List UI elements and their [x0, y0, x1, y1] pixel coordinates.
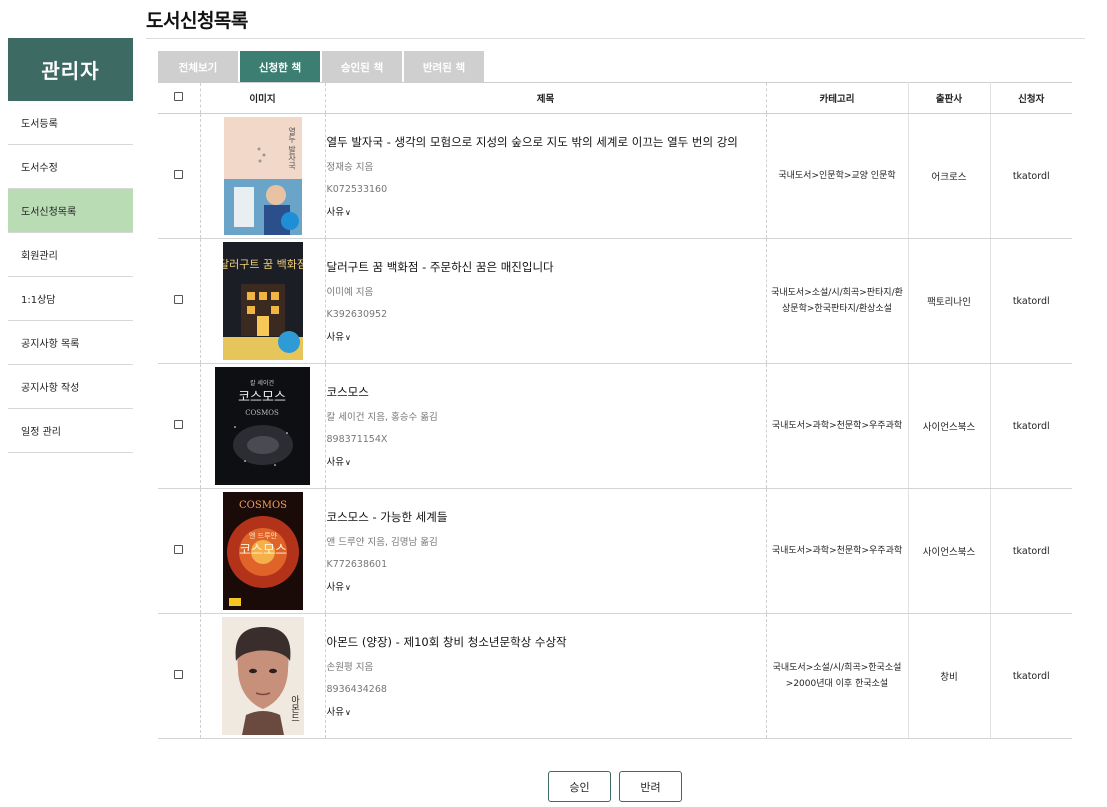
tab-requested[interactable]: 신청한 책 — [240, 51, 320, 83]
book-id: 8936434268 — [326, 684, 387, 695]
book-publisher: 사이언스북스 — [908, 363, 991, 489]
column-header-title: 제목 — [325, 82, 767, 114]
book-cover-image: 아몬드 — [221, 617, 304, 735]
row-checkbox[interactable] — [174, 545, 184, 554]
book-id: K392630952 — [326, 309, 388, 320]
sidebar-item-book-register[interactable]: 도서등록 — [8, 101, 133, 145]
book-cover-image: 칼 세이건 코스모스 COSMOS — [215, 367, 310, 485]
page-title: 도서신청목록 — [146, 10, 248, 32]
select-all-cell — [158, 82, 201, 114]
book-title[interactable]: 열두 발자국 - 생각의 모험으로 지성의 숲으로 지도 밖의 세계로 이끄는 … — [327, 134, 766, 150]
book-author: 칼 세이건 지음, 홍승수 옮김 — [326, 412, 438, 423]
tab-rejected[interactable]: 반려된 책 — [404, 51, 484, 83]
book-author: 앤 드루얀 지음, 김명남 옮김 — [326, 537, 438, 548]
column-header-applicant: 신청자 — [990, 82, 1072, 114]
cover-title-text: 아몬드 — [289, 695, 299, 722]
book-cover-image: 열두 발자국 — [223, 117, 302, 235]
tab-all[interactable]: 전체보기 — [158, 51, 238, 83]
sidebar-header: 관리자 — [8, 38, 133, 101]
table-row: COSMOS 앤 드루얀 코스모스 코스모스 - 가능한 세계들 앤 드루얀 지… — [158, 488, 1072, 614]
cover-en-text: COSMOS — [239, 500, 287, 511]
book-title[interactable]: 아몬드 (양장) - 제10회 창비 청소년문학상 수상작 — [327, 634, 766, 650]
cover-title-text: 코스모스 — [238, 390, 286, 405]
book-category: 국내도서>소설/시/희곡>판타지/환상문학>한국판타지/환상소설 — [771, 288, 903, 314]
table-row: 열두 발자국 열두 발자국 - 생각의 모험으로 지성의 숲으로 지도 밖의 세… — [158, 113, 1072, 239]
sidebar-item-book-edit[interactable]: 도서수정 — [8, 145, 133, 189]
cover-en-text: COSMOS — [245, 409, 279, 417]
reason-toggle[interactable]: 사유∨ — [327, 454, 766, 468]
table-row: 칼 세이건 코스모스 COSMOS 코스모스 칼 세이건 지음, 홍승수 옮김 … — [158, 363, 1072, 489]
book-applicant: tkatordl — [990, 613, 1072, 739]
approve-button[interactable]: 승인 — [548, 771, 611, 802]
row-checkbox[interactable] — [174, 670, 184, 679]
cover-title-text: 달러구트 꿈 백화점 — [223, 258, 303, 271]
table-header-row: 이미지 제목 카테고리 출판사 신청자 — [158, 82, 1072, 114]
book-id: 898371154X — [326, 434, 388, 445]
sidebar-item-notice-list[interactable]: 공지사항 목록 — [8, 321, 133, 365]
tab-bar: 전체보기 신청한 책 승인된 책 반려된 책 — [158, 51, 486, 83]
chevron-down-icon: ∨ — [344, 333, 351, 342]
tab-approved[interactable]: 승인된 책 — [322, 51, 402, 83]
chevron-down-icon: ∨ — [344, 208, 351, 217]
table-row: 아몬드 아몬드 (양장) - 제10회 창비 청소년문학상 수상작 손원평 지음… — [158, 613, 1072, 739]
book-applicant: tkatordl — [990, 488, 1072, 614]
book-category: 국내도서>인문학>교양 인문학 — [778, 171, 896, 181]
reason-toggle[interactable]: 사유∨ — [327, 329, 766, 343]
cover-subtitle-text: 칼 세이건 — [250, 379, 274, 387]
reason-toggle[interactable]: 사유∨ — [327, 579, 766, 593]
book-request-table: 이미지 제목 카테고리 출판사 신청자 열두 발자국 열두 발자국 - 생각의 … — [158, 82, 1072, 739]
row-checkbox[interactable] — [174, 420, 184, 429]
book-category: 국내도서>과학>천문학>우주과학 — [771, 546, 903, 556]
row-checkbox[interactable] — [174, 295, 184, 304]
reject-button[interactable]: 반려 — [619, 771, 682, 802]
book-cover-image: 달러구트 꿈 백화점 — [222, 242, 303, 360]
book-category: 국내도서>소설/시/희곡>한국소설>2000년대 이후 한국소설 — [772, 663, 902, 689]
book-publisher: 어크로스 — [908, 113, 991, 239]
sidebar-item-member-management[interactable]: 회원관리 — [8, 233, 133, 277]
cover-title-text: 열두 발자국 — [287, 127, 296, 171]
sidebar-item-schedule[interactable]: 일정 관리 — [8, 409, 133, 453]
book-publisher: 팩토리나인 — [908, 238, 991, 364]
column-header-category: 카테고리 — [766, 82, 909, 114]
chevron-down-icon: ∨ — [344, 708, 351, 717]
select-all-checkbox[interactable] — [174, 92, 184, 101]
book-applicant: tkatordl — [990, 238, 1072, 364]
sidebar-item-book-request-list[interactable]: 도서신청목록 — [8, 189, 133, 233]
column-header-image: 이미지 — [200, 82, 326, 114]
book-cover-image: COSMOS 앤 드루얀 코스모스 — [222, 492, 303, 610]
table-row: 달러구트 꿈 백화점 달러구트 꿈 백화점 - 주문하신 꿈은 매진입니다 이미… — [158, 238, 1072, 364]
book-publisher: 사이언스북스 — [908, 488, 991, 614]
row-checkbox[interactable] — [174, 170, 184, 179]
book-author: 손원평 지음 — [326, 662, 374, 673]
book-title[interactable]: 코스모스 - 가능한 세계들 — [327, 509, 766, 525]
sidebar-item-notice-write[interactable]: 공지사항 작성 — [8, 365, 133, 409]
sidebar: 관리자 도서등록 도서수정 도서신청목록 회원관리 1:1상담 공지사항 목록 … — [8, 38, 133, 453]
book-id: K072533160 — [326, 184, 388, 195]
book-applicant: tkatordl — [990, 363, 1072, 489]
book-applicant: tkatordl — [990, 113, 1072, 239]
book-author: 정재승 지음 — [326, 162, 374, 173]
reason-toggle[interactable]: 사유∨ — [327, 204, 766, 218]
book-author: 이미예 지음 — [326, 287, 374, 298]
book-category: 국내도서>과학>천문학>우주과학 — [771, 421, 903, 431]
book-id: K772638601 — [326, 559, 388, 570]
column-header-publisher: 출판사 — [908, 82, 991, 114]
reason-toggle[interactable]: 사유∨ — [327, 704, 766, 718]
title-divider — [146, 38, 1085, 39]
book-title[interactable]: 달러구트 꿈 백화점 - 주문하신 꿈은 매진입니다 — [327, 259, 766, 275]
chevron-down-icon: ∨ — [344, 458, 351, 467]
cover-title-text: 코스모스 — [239, 543, 287, 558]
book-publisher: 창비 — [908, 613, 991, 739]
chevron-down-icon: ∨ — [344, 583, 351, 592]
sidebar-item-consultation[interactable]: 1:1상담 — [8, 277, 133, 321]
cover-subtitle-text: 앤 드루얀 — [249, 531, 278, 540]
book-title[interactable]: 코스모스 — [327, 384, 766, 400]
